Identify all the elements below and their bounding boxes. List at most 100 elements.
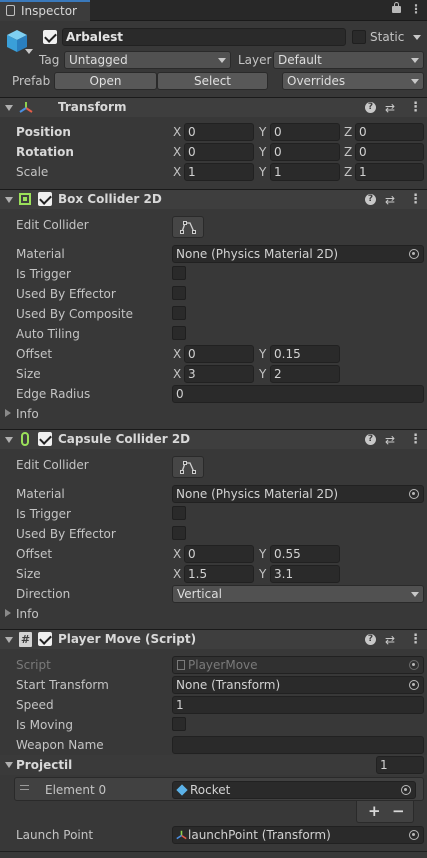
launch-point-picker-icon[interactable]: [409, 830, 419, 840]
box-collider-presets-icon[interactable]: ⇄: [385, 192, 395, 208]
box-collider-foldout-icon[interactable]: [5, 197, 13, 203]
projectil-label[interactable]: Projectil: [16, 757, 72, 773]
player-move-header[interactable]: # Player Move (Script) ? ⇄ ⋮: [0, 629, 427, 649]
box-collider-menu-icon[interactable]: ⋮: [409, 192, 422, 208]
transform-presets-icon[interactable]: ⇄: [385, 100, 395, 116]
box-edge-radius-field[interactable]: 0: [172, 385, 424, 403]
box-offset-y-label[interactable]: Y: [259, 346, 266, 362]
box-material-picker-icon[interactable]: [409, 249, 419, 259]
box-offset-x-label[interactable]: X: [173, 346, 181, 362]
element-0-picker-icon[interactable]: [401, 785, 411, 795]
capsule-collider-menu-icon[interactable]: ⋮: [409, 432, 422, 448]
player-move-foldout-icon[interactable]: [5, 637, 13, 643]
rotation-z-label[interactable]: Z: [344, 144, 352, 160]
lock-icon[interactable]: [392, 6, 401, 13]
start-transform-picker-icon[interactable]: [409, 680, 419, 690]
capsule-offset-x-label[interactable]: X: [173, 546, 181, 562]
box-edit-collider-button[interactable]: [172, 216, 204, 238]
box-size-x-label[interactable]: X: [173, 366, 181, 382]
capsule-offset-x-field[interactable]: 0: [184, 545, 254, 563]
capsule-material-picker-icon[interactable]: [409, 489, 419, 499]
tab-menu-icon[interactable]: ⋮: [410, 1, 422, 17]
box-collider-help-icon[interactable]: ?: [365, 194, 376, 205]
remove-element-button[interactable]: −: [392, 803, 405, 819]
box-info-label[interactable]: Info: [16, 406, 39, 422]
static-dropdown-arrow-icon[interactable]: [413, 35, 421, 40]
position-y-field[interactable]: 0: [270, 123, 340, 141]
is-moving-toggle[interactable]: [172, 717, 186, 731]
player-move-help-icon[interactable]: ?: [365, 634, 376, 645]
speed-field[interactable]: 1: [172, 696, 424, 714]
capsule-collider-header[interactable]: Capsule Collider 2D ? ⇄ ⋮: [0, 429, 427, 449]
box-is-trigger-toggle[interactable]: [172, 266, 186, 280]
capsule-collider-help-icon[interactable]: ?: [365, 434, 376, 445]
object-name-input[interactable]: Arbalest: [62, 28, 346, 46]
scale-y-label[interactable]: Y: [259, 164, 266, 180]
box-size-y-label[interactable]: Y: [259, 366, 266, 382]
projectil-foldout-icon[interactable]: [5, 762, 13, 768]
scale-y-field[interactable]: 1: [270, 163, 340, 181]
static-toggle[interactable]: [352, 30, 366, 44]
element-0-field[interactable]: Rocket: [172, 781, 416, 799]
box-info-foldout-icon[interactable]: [5, 409, 11, 417]
scale-x-label[interactable]: X: [173, 164, 181, 180]
capsule-is-trigger-toggle[interactable]: [172, 506, 186, 520]
projectil-size-field[interactable]: 1: [376, 756, 424, 774]
box-offset-x-field[interactable]: 0: [184, 345, 254, 363]
capsule-offset-y-label[interactable]: Y: [259, 546, 266, 562]
player-move-menu-icon[interactable]: ⋮: [409, 632, 422, 648]
capsule-info-foldout-icon[interactable]: [5, 609, 11, 617]
position-x-field[interactable]: 0: [184, 123, 254, 141]
prefab-open-button[interactable]: Open: [54, 72, 157, 90]
box-size-y-field[interactable]: 2: [270, 365, 340, 383]
layer-dropdown[interactable]: Default: [273, 51, 424, 69]
capsule-collider-presets-icon[interactable]: ⇄: [385, 432, 395, 448]
scale-z-label[interactable]: Z: [344, 164, 352, 180]
box-used-by-composite-toggle[interactable]: [172, 306, 186, 320]
capsule-offset-y-field[interactable]: 0.55: [270, 545, 340, 563]
rotation-z-field[interactable]: 0: [355, 143, 424, 161]
prefab-select-button[interactable]: Select: [157, 72, 268, 90]
capsule-size-y-label[interactable]: Y: [259, 566, 266, 582]
capsule-info-label[interactable]: Info: [16, 606, 39, 622]
active-toggle[interactable]: [43, 30, 57, 44]
player-move-presets-icon[interactable]: ⇄: [385, 632, 395, 648]
weapon-name-field[interactable]: [172, 736, 424, 754]
capsule-direction-dropdown[interactable]: Vertical: [172, 585, 424, 603]
capsule-edit-collider-button[interactable]: [172, 456, 204, 478]
rotation-x-field[interactable]: 0: [184, 143, 254, 161]
start-transform-field[interactable]: None (Transform): [172, 676, 424, 694]
box-collider-enabled-toggle[interactable]: [38, 192, 52, 206]
rotation-x-label[interactable]: X: [173, 144, 181, 160]
scale-x-field[interactable]: 1: [184, 163, 254, 181]
tag-dropdown[interactable]: Untagged: [64, 51, 231, 69]
box-collider-header[interactable]: Box Collider 2D ? ⇄ ⋮: [0, 189, 427, 209]
prefab-overrides-dropdown[interactable]: Overrides: [282, 72, 424, 90]
player-move-enabled-toggle[interactable]: [38, 632, 52, 646]
rotation-y-label[interactable]: Y: [259, 144, 266, 160]
capsule-collider-foldout-icon[interactable]: [5, 437, 13, 443]
capsule-size-x-field[interactable]: 1.5: [184, 565, 254, 583]
position-z-field[interactable]: 0: [355, 123, 424, 141]
transform-menu-icon[interactable]: ⋮: [409, 100, 422, 116]
scale-z-field[interactable]: 1: [355, 163, 424, 181]
transform-help-icon[interactable]: ?: [365, 102, 376, 113]
rotation-y-field[interactable]: 0: [270, 143, 340, 161]
capsule-collider-enabled-toggle[interactable]: [38, 432, 52, 446]
box-auto-tiling-toggle[interactable]: [172, 326, 186, 340]
launch-point-field[interactable]: launchPoint (Transform): [172, 826, 424, 844]
capsule-material-field[interactable]: None (Physics Material 2D): [172, 485, 424, 503]
box-size-x-field[interactable]: 3: [184, 365, 254, 383]
capsule-size-x-label[interactable]: X: [173, 566, 181, 582]
position-z-label[interactable]: Z: [344, 124, 352, 140]
box-offset-y-field[interactable]: 0.15: [270, 345, 340, 363]
position-x-label[interactable]: X: [173, 124, 181, 140]
icon-picker-arrow-icon[interactable]: [25, 49, 33, 54]
position-y-label[interactable]: Y: [259, 124, 266, 140]
tab-inspector[interactable]: Inspector: [0, 0, 90, 21]
box-used-by-effector-toggle[interactable]: [172, 286, 186, 300]
reorder-handle-icon[interactable]: [20, 785, 29, 790]
capsule-used-by-effector-toggle[interactable]: [172, 526, 186, 540]
capsule-size-y-field[interactable]: 3.1: [270, 565, 340, 583]
add-element-button[interactable]: +: [368, 803, 381, 819]
